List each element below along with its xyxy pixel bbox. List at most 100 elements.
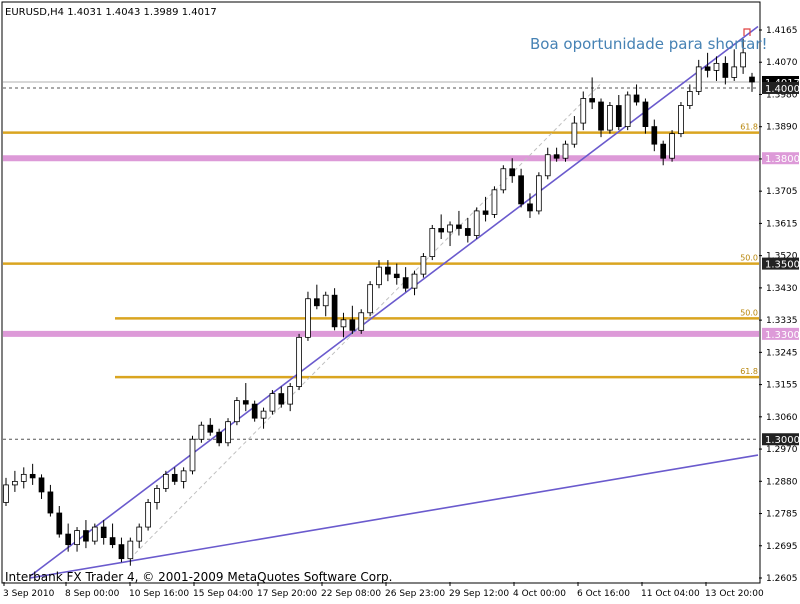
candle-body: [12, 480, 18, 486]
candle-body: [527, 203, 533, 212]
candle-body: [189, 438, 196, 472]
candle-body: [278, 393, 285, 405]
candle-body: [633, 94, 640, 103]
candle-body: [331, 294, 338, 328]
candle-body: [136, 526, 143, 542]
candle-body: [713, 62, 720, 71]
candle-body: [615, 105, 622, 128]
price-box-label: 1.4000: [765, 84, 800, 95]
candle-body: [29, 473, 36, 479]
candle-body: [358, 312, 365, 331]
candle-body: [695, 66, 702, 92]
candle-body: [313, 298, 320, 307]
candle-body: [322, 294, 329, 307]
candle-body: [536, 175, 542, 212]
candle-body: [296, 336, 302, 387]
y-tick-label: 1.4165: [766, 26, 798, 36]
candle-body: [509, 168, 516, 177]
candle-body: [411, 273, 418, 289]
candle-body: [686, 91, 693, 106]
candle-body: [385, 266, 391, 275]
candle-body: [482, 210, 489, 215]
eurusd-h4-chart[interactable]: 61.8 50.0 50.0 61.8 1.4165 1.4070 1.3980 1.389…: [0, 0, 800, 600]
candle-body: [678, 105, 684, 135]
candle-body: [598, 101, 604, 131]
candle-body: [305, 298, 311, 338]
candle-body: [731, 66, 738, 78]
candle-body: [100, 526, 107, 539]
candle-body: [56, 512, 63, 535]
candle-body: [562, 143, 569, 159]
chart-canvas[interactable]: 61.850.050.061.8 1.41651.40701.39801.389…: [0, 0, 800, 600]
candle-body: [65, 533, 72, 546]
candle-body: [145, 502, 151, 528]
candle-body: [163, 473, 169, 489]
candle-body: [251, 403, 258, 419]
x-tick-label: 4 Oct 00:00: [513, 589, 566, 599]
candle-body: [260, 410, 267, 419]
y-tick-label: 1.2605: [766, 574, 798, 584]
candle-body: [722, 62, 729, 78]
candle-body: [47, 491, 54, 514]
y-tick-label: 1.4070: [766, 58, 798, 68]
candle-body: [154, 488, 160, 503]
symbol-header: EURUSD,H4 1.4031 1.4043 1.3989 1.4017: [5, 7, 217, 18]
y-tick-label: 1.3890: [766, 123, 798, 133]
candle-body: [20, 473, 27, 482]
candle-body: [225, 421, 231, 444]
candle-body: [518, 175, 524, 205]
candle-body: [127, 540, 134, 560]
y-tick-label: 1.3335: [766, 316, 798, 326]
candle-body: [91, 526, 98, 542]
candle-body: [420, 256, 427, 275]
candle-body: [651, 126, 658, 145]
candle-body: [349, 319, 356, 331]
candle-body: [38, 477, 45, 493]
price-box-label: 1.3500: [765, 260, 800, 271]
y-tick-label: 1.2785: [766, 510, 798, 520]
candle-body: [571, 122, 578, 145]
x-tick-label: 13 Oct 20:00: [705, 589, 764, 599]
x-tick-label: 15 Sep 04:00: [193, 589, 253, 599]
candle-body: [269, 393, 276, 412]
candle-body: [429, 228, 436, 257]
candle-body: [464, 228, 471, 236]
candle-body: [624, 94, 631, 128]
candle-body: [580, 98, 587, 124]
candle-body: [749, 76, 755, 83]
x-tick-label: 17 Sep 20:00: [257, 589, 317, 599]
candle-body: [669, 133, 675, 159]
candle-body: [287, 386, 294, 405]
x-tick-label: 8 Sep 00:00: [65, 589, 120, 599]
x-tick-label: 11 Oct 04:00: [641, 589, 700, 599]
candle-body: [3, 484, 9, 503]
candle-body: [180, 470, 187, 482]
fib-level-label: 61.8: [740, 123, 758, 132]
y-tick-label: 1.2695: [766, 542, 798, 552]
candle-body: [109, 537, 116, 546]
x-tick-label: 3 Sep 2010: [3, 589, 55, 599]
candle-body: [491, 189, 498, 215]
candle-body: [607, 105, 613, 131]
candle-body: [660, 143, 667, 159]
candle-body: [207, 424, 214, 433]
fib-level-label: 50.0: [740, 254, 758, 263]
y-tick-label: 1.3615: [766, 219, 798, 229]
candle-body: [171, 473, 178, 482]
candle-body: [544, 154, 551, 177]
candle-body: [500, 168, 507, 191]
candle-body: [402, 277, 409, 289]
candle-body: [438, 228, 445, 233]
chart-annotation: Boa oportunidade para shortar!: [530, 35, 768, 53]
candle-body: [74, 530, 80, 546]
y-tick-label: 1.3705: [766, 187, 798, 197]
copyright-watermark: Interbank FX Trader 4, © 2001-2009 MetaQ…: [5, 570, 393, 584]
candle-body: [376, 266, 382, 286]
x-tick-label: 22 Sep 08:00: [321, 589, 381, 599]
candle-body: [83, 530, 89, 542]
candle-body: [242, 400, 249, 405]
candle-body: [447, 224, 453, 233]
y-tick-label: 1.3430: [766, 284, 798, 294]
candle-body: [456, 224, 462, 229]
candle-body: [216, 431, 222, 444]
